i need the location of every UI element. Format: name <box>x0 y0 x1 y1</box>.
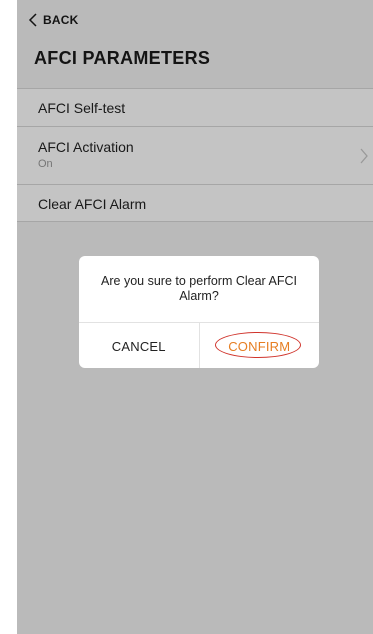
app-screen: BACK AFCI PARAMETERS AFCI Self-test AFCI… <box>17 0 373 634</box>
dialog-message: Are you sure to perform Clear AFCI Alarm… <box>101 274 297 303</box>
confirm-label: CONFIRM <box>228 338 291 354</box>
confirm-dialog: Are you sure to perform Clear AFCI Alarm… <box>79 256 319 368</box>
dialog-actions: CANCEL CONFIRM <box>79 322 319 368</box>
cancel-button[interactable]: CANCEL <box>79 323 200 368</box>
confirm-button[interactable]: CONFIRM <box>200 323 320 368</box>
